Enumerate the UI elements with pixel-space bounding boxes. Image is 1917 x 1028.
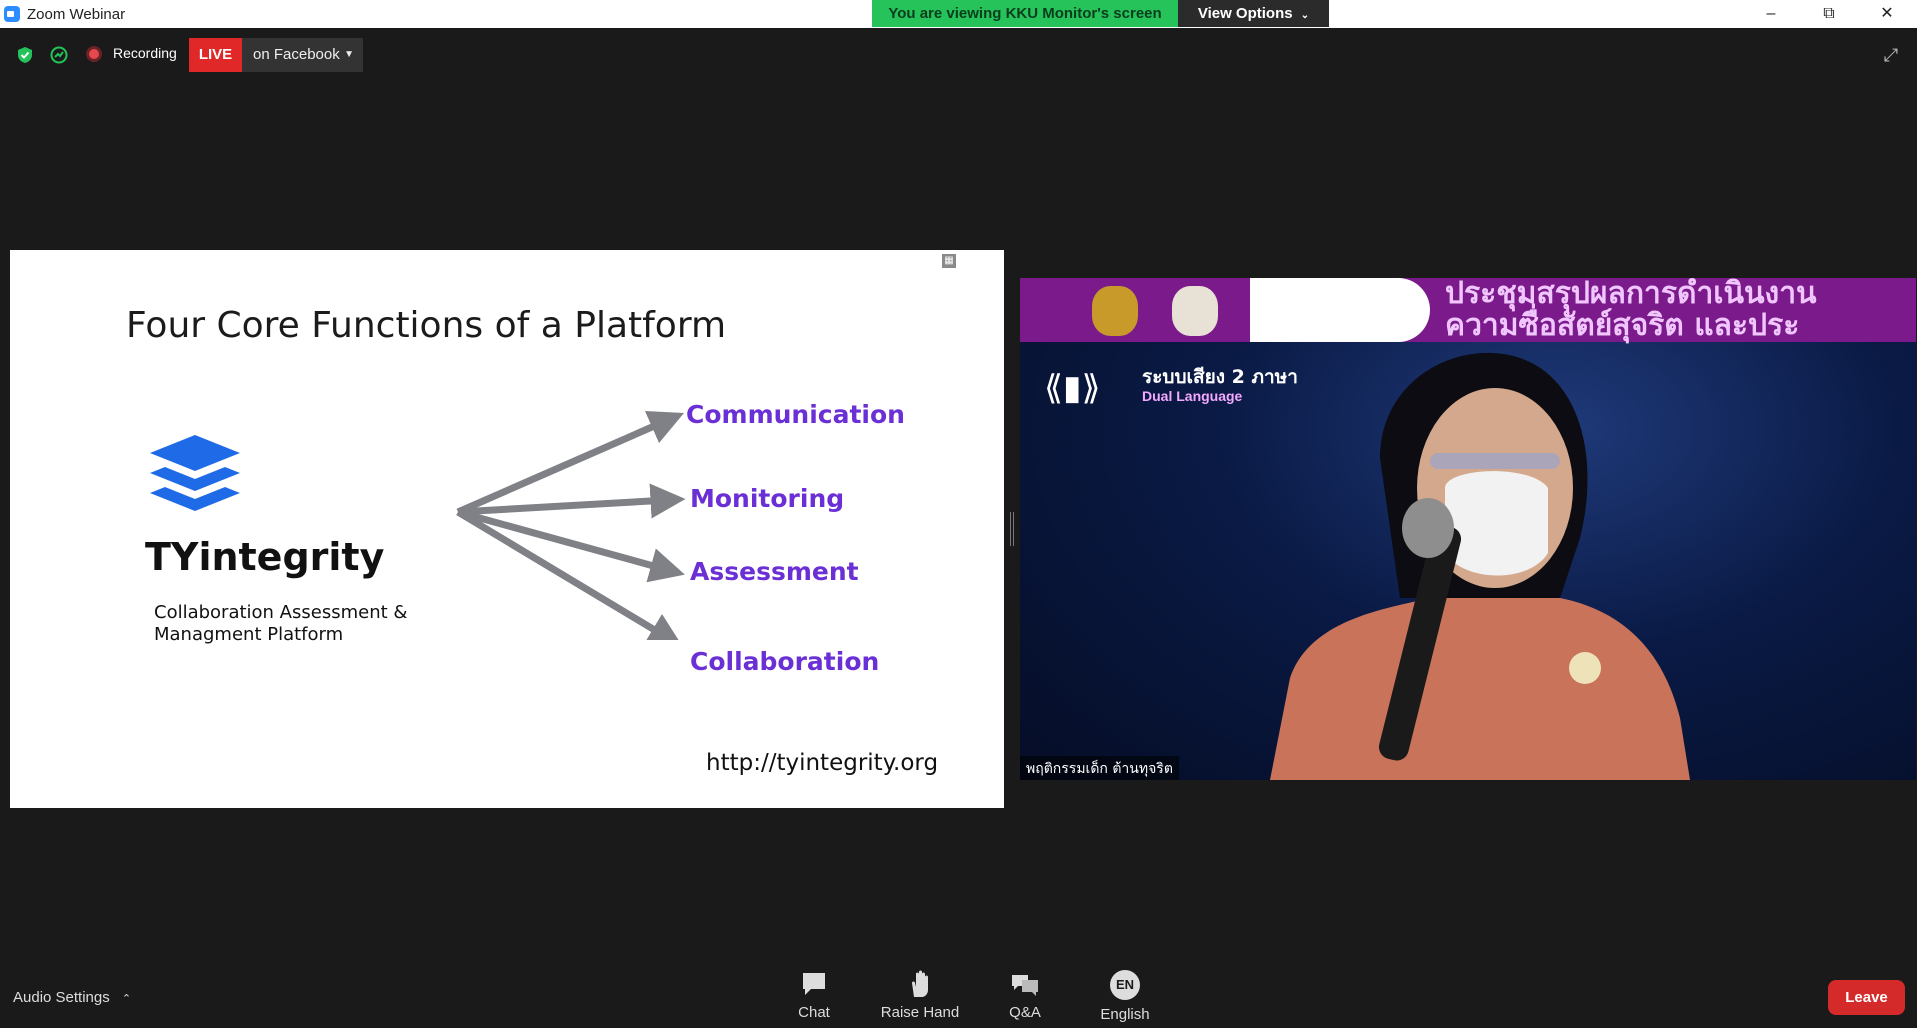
raise-hand-label: Raise Hand: [880, 1004, 960, 1021]
raise-hand-button[interactable]: Raise Hand: [875, 970, 965, 1021]
video-header-banner: ประชุมสรุปผลการดำเนินงาน ความซื่อสัตย์สุ…: [1020, 278, 1916, 342]
qa-label: Q&A: [1009, 1004, 1041, 1021]
title-bar: Zoom Webinar You are viewing KKU Monitor…: [0, 0, 1917, 28]
speaker-icon: ⟪▮⟫: [1044, 369, 1101, 407]
language-button[interactable]: EN English: [1080, 970, 1170, 1023]
participant-name-tag: พฤติกรรมเด็ก ต้านทุจริต: [1020, 756, 1179, 780]
arrow-assessment: [457, 508, 685, 583]
close-icon: ✕: [1880, 5, 1894, 22]
caret-down-icon: ▼: [344, 49, 354, 60]
brand-tagline: Collaboration Assessment & Managment Pla…: [154, 602, 454, 646]
language-label: English: [1100, 1006, 1150, 1023]
language-badge: EN: [1110, 970, 1140, 1000]
split-view-handle[interactable]: [1010, 512, 1014, 546]
minimize-button[interactable]: –: [1742, 0, 1800, 28]
shared-screen: ▦ Four Core Functions of a Platform TYin…: [10, 250, 1004, 808]
chat-bubble-icon: [803, 973, 825, 995]
live-badge: LIVE: [189, 38, 242, 72]
live-target-dropdown[interactable]: on Facebook ▼: [242, 38, 363, 72]
speaker-video: ประชุมสรุปผลการดำเนินงาน ความซื่อสัตย์สุ…: [1020, 278, 1916, 780]
live-target-label: on Facebook: [253, 46, 340, 63]
chevron-down-icon: ⌄: [1300, 10, 1310, 21]
qa-button[interactable]: Q&A: [980, 970, 1070, 1021]
arrow-communication: [456, 410, 685, 516]
function-communication: Communication: [686, 400, 905, 429]
leave-button[interactable]: Leave: [1828, 980, 1905, 1015]
close-button[interactable]: ✕: [1858, 0, 1916, 28]
chat-label: Chat: [798, 1004, 830, 1021]
slide-url: http://tyintegrity.org: [706, 750, 939, 776]
brand-name: TYintegrity: [145, 535, 385, 579]
function-collaboration: Collaboration: [690, 647, 880, 676]
function-monitoring: Monitoring: [690, 484, 845, 513]
restore-button[interactable]: ⧉: [1800, 0, 1858, 28]
view-options-label: View Options: [1197, 5, 1293, 22]
logo-pill: [1250, 278, 1430, 342]
speaker-person: [1270, 352, 1690, 780]
video-title: ประชุมสรุปผลการดำเนินงาน ความซื่อสัตย์สุ…: [1445, 278, 1916, 342]
view-options-button[interactable]: View Options ⌄: [1178, 0, 1329, 27]
audio-settings-label: Audio Settings: [13, 989, 110, 1006]
tagline-line-2: Managment Platform: [154, 624, 344, 645]
recording-icon: [86, 46, 102, 62]
recording-label: Recording: [113, 45, 177, 61]
hand-icon: [912, 970, 928, 997]
screen-share-banner: You are viewing KKU Monitor's screen: [872, 0, 1178, 27]
connection-status-icon[interactable]: [50, 46, 68, 64]
grid-icon[interactable]: ▦: [942, 254, 956, 268]
zoom-app-icon: [4, 6, 20, 22]
window-title: Zoom Webinar: [27, 6, 126, 23]
chat-button[interactable]: Chat: [769, 970, 859, 1021]
arrow-collaboration: [456, 508, 684, 640]
slide-title: Four Core Functions of a Platform: [126, 305, 727, 346]
emblem-icon: [1172, 286, 1218, 336]
tagline-line-1: Collaboration Assessment &: [154, 602, 408, 623]
chevron-up-icon: ⌃: [121, 993, 132, 1005]
minimize-icon: –: [1766, 5, 1776, 22]
video-title-line-1: ประชุมสรุปผลการดำเนินงาน: [1445, 278, 1817, 311]
emblem-icon: [1092, 286, 1138, 336]
encryption-shield-icon[interactable]: [16, 46, 34, 64]
language-subtitle: Dual Language: [1142, 388, 1243, 404]
restore-icon: ⧉: [1823, 5, 1835, 22]
stacked-layers-logo: [150, 435, 240, 511]
function-assessment: Assessment: [690, 557, 859, 586]
arrows-diagram: [456, 410, 686, 640]
fullscreen-icon[interactable]: ⤢: [1880, 44, 1902, 66]
qa-bubbles-icon: [1012, 975, 1038, 996]
audio-settings-button[interactable]: Audio Settings ⌃: [13, 989, 131, 1006]
